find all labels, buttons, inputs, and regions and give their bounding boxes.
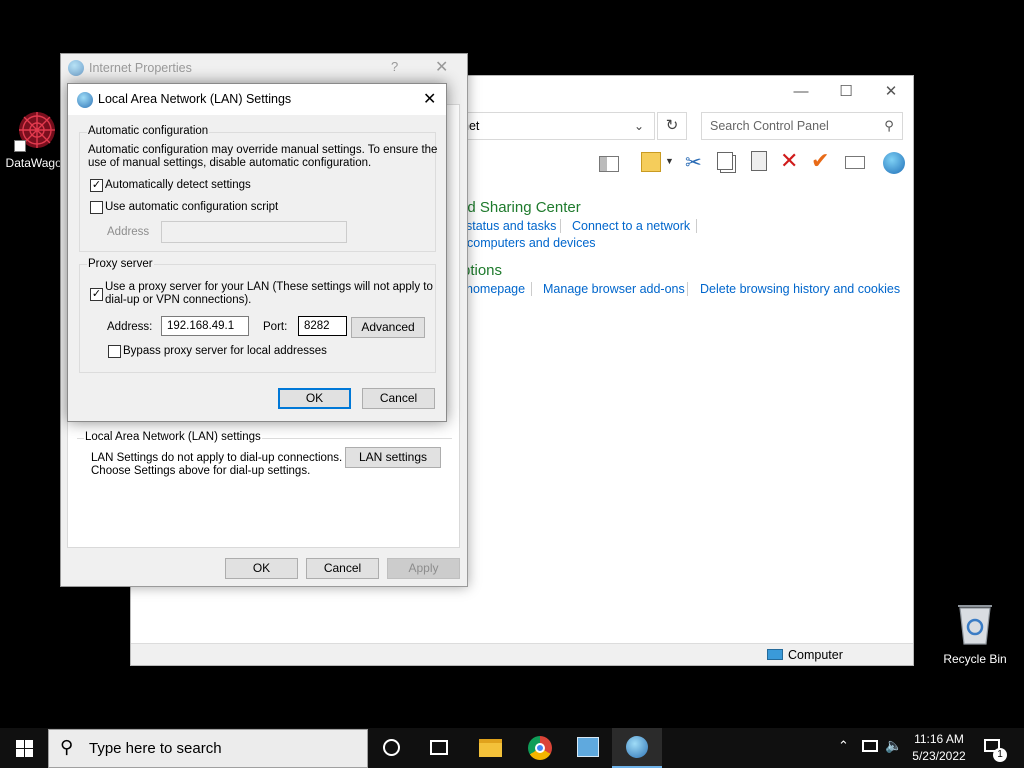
search-placeholder: Type here to search: [89, 740, 222, 757]
refresh-icon[interactable]: ↻: [657, 112, 687, 140]
script-address-field[interactable]: [161, 221, 347, 243]
ok-button[interactable]: OK: [225, 558, 298, 579]
copy-icon[interactable]: [717, 152, 733, 170]
auto-detect-checkbox[interactable]: ✓: [90, 179, 103, 192]
lan-info-line-2: Choose Settings above for dial-up settin…: [91, 465, 311, 477]
recycle-bin-label: Recycle Bin: [943, 652, 1007, 666]
apply-button[interactable]: Apply: [387, 558, 460, 579]
bypass-local-checkbox[interactable]: [108, 345, 121, 358]
port-label: Port:: [263, 321, 288, 333]
show-hidden-icons-chevron-icon[interactable]: ⌃: [838, 738, 849, 754]
status-bar: Computer: [131, 643, 913, 665]
proxy-group-label: Proxy server: [87, 258, 154, 270]
network-icon[interactable]: [862, 740, 878, 752]
computers-devices-link[interactable]: computers and devices: [467, 236, 596, 250]
lan-group-label: Local Area Network (LAN) settings: [84, 431, 262, 443]
search-icon[interactable]: ⚲: [879, 116, 899, 136]
bypass-label[interactable]: Bypass proxy server for local addresses: [123, 345, 327, 358]
link-separator: [531, 282, 532, 296]
close-button[interactable]: ✕: [868, 78, 914, 106]
advanced-button[interactable]: Advanced: [351, 317, 425, 338]
lan-dialog-icon: [77, 92, 93, 108]
auto-group-label: Automatic configuration: [87, 125, 210, 137]
manage-addons-link[interactable]: Manage browser add-ons: [543, 282, 685, 296]
paste-icon[interactable]: [751, 151, 767, 171]
status-computer-label: Computer: [788, 648, 843, 662]
use-proxy-label-line-1[interactable]: Use a proxy server for your LAN (These s…: [105, 281, 433, 294]
internet-properties-icon: [68, 60, 84, 76]
folder-options-icon[interactable]: [641, 152, 661, 172]
dropdown-arrow-icon[interactable]: ▼: [665, 156, 674, 166]
search-control-panel-input[interactable]: Search Control Panel: [701, 112, 903, 140]
notification-count-badge: 1: [993, 748, 1007, 762]
proxy-address-field[interactable]: 192.168.49.1: [161, 316, 249, 336]
recycle-bin-icon: [958, 605, 992, 645]
task-view-icon[interactable]: [430, 740, 448, 755]
link-separator: [560, 219, 561, 233]
clock-time[interactable]: 11:16 AM: [906, 732, 972, 746]
port-field[interactable]: 8282: [298, 316, 347, 336]
address-dropdown-icon[interactable]: ⌄: [629, 116, 649, 136]
chrome-icon[interactable]: [528, 736, 552, 760]
desktop-icon-recycle-bin[interactable]: Recycle Bin: [940, 600, 1010, 666]
link-separator: [687, 282, 688, 296]
dialog-title: Local Area Network (LAN) Settings: [98, 92, 292, 106]
lan-settings-button[interactable]: LAN settings: [345, 447, 441, 468]
cancel-button[interactable]: Cancel: [306, 558, 379, 579]
internet-options-taskbar-icon[interactable]: [626, 736, 648, 758]
shortcut-arrow-icon: [14, 140, 26, 152]
search-icon: ⚲: [60, 737, 74, 757]
layout-pane-icon[interactable]: [599, 156, 619, 172]
auto-desc-line-1: Automatic configuration may override man…: [88, 144, 438, 156]
maximize-button[interactable]: ☐: [823, 78, 869, 106]
lan-settings-dialog: Local Area Network (LAN) Settings ✕ Auto…: [67, 83, 447, 422]
minimize-button[interactable]: —: [778, 78, 824, 106]
use-proxy-label-line-2[interactable]: dial-up or VPN connections).: [105, 294, 251, 307]
lan-info-line-1: LAN Settings do not apply to dial-up con…: [91, 452, 343, 464]
computer-icon: [767, 649, 783, 660]
file-explorer-icon[interactable]: [479, 739, 502, 757]
ok-button[interactable]: OK: [278, 388, 351, 409]
dialog-titlebar: Local Area Network (LAN) Settings ✕: [68, 84, 446, 115]
search-placeholder: Search Control Panel: [710, 119, 829, 133]
homepage-link[interactable]: homepage: [466, 282, 525, 296]
internet-options-heading[interactable]: ptions: [462, 262, 502, 279]
script-address-label: Address: [107, 226, 150, 238]
connect-network-link[interactable]: Connect to a network: [572, 219, 690, 233]
cancel-button[interactable]: Cancel: [362, 388, 435, 409]
checkmark-icon[interactable]: ✔: [811, 148, 829, 174]
link-separator: [696, 219, 697, 233]
network-sharing-heading[interactable]: nd Sharing Center: [459, 199, 581, 216]
view-status-link[interactable]: status and tasks: [466, 219, 556, 233]
close-button[interactable]: ✕: [423, 89, 436, 109]
cortana-icon[interactable]: [383, 739, 400, 756]
rename-icon[interactable]: [845, 156, 865, 169]
volume-icon[interactable]: 🔈: [885, 737, 902, 754]
auto-script-checkbox[interactable]: [90, 201, 103, 214]
auto-script-label[interactable]: Use automatic configuration script: [105, 201, 278, 214]
taskbar-search-box[interactable]: Type here to search: [48, 729, 368, 768]
delete-icon[interactable]: ✕: [780, 148, 798, 174]
taskbar: Type here to search ⚲ ⌃ 🔈 11:16 AM 5/23/…: [0, 728, 1024, 768]
auto-desc-line-2: use of manual settings, disable automati…: [88, 157, 372, 169]
window-title: Internet Properties: [89, 61, 192, 75]
proxy-address-label: Address:: [107, 321, 153, 333]
globe-icon[interactable]: [883, 152, 905, 174]
start-windows-icon[interactable]: [16, 740, 33, 757]
control-panel-taskbar-icon[interactable]: [577, 737, 599, 757]
clock-date[interactable]: 5/23/2022: [906, 749, 972, 763]
help-button[interactable]: ?: [391, 59, 398, 74]
use-proxy-checkbox[interactable]: ✓: [90, 288, 103, 301]
auto-detect-label[interactable]: Automatically detect settings: [105, 179, 251, 192]
cut-icon[interactable]: ✂: [685, 150, 702, 175]
delete-history-link[interactable]: Delete browsing history and cookies: [700, 282, 900, 296]
close-button[interactable]: ✕: [435, 57, 448, 77]
